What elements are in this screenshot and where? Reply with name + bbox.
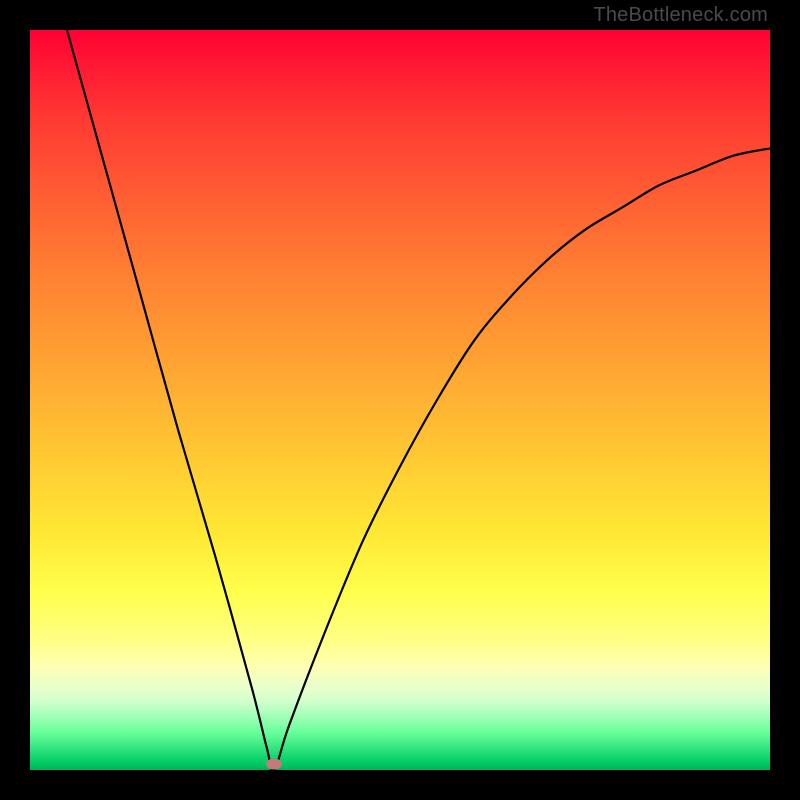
bottleneck-curve (30, 30, 770, 770)
chart-frame: TheBottleneck.com (0, 0, 800, 800)
watermark-text: TheBottleneck.com (593, 4, 768, 27)
minimum-marker (266, 759, 282, 770)
plot-area (30, 30, 770, 770)
